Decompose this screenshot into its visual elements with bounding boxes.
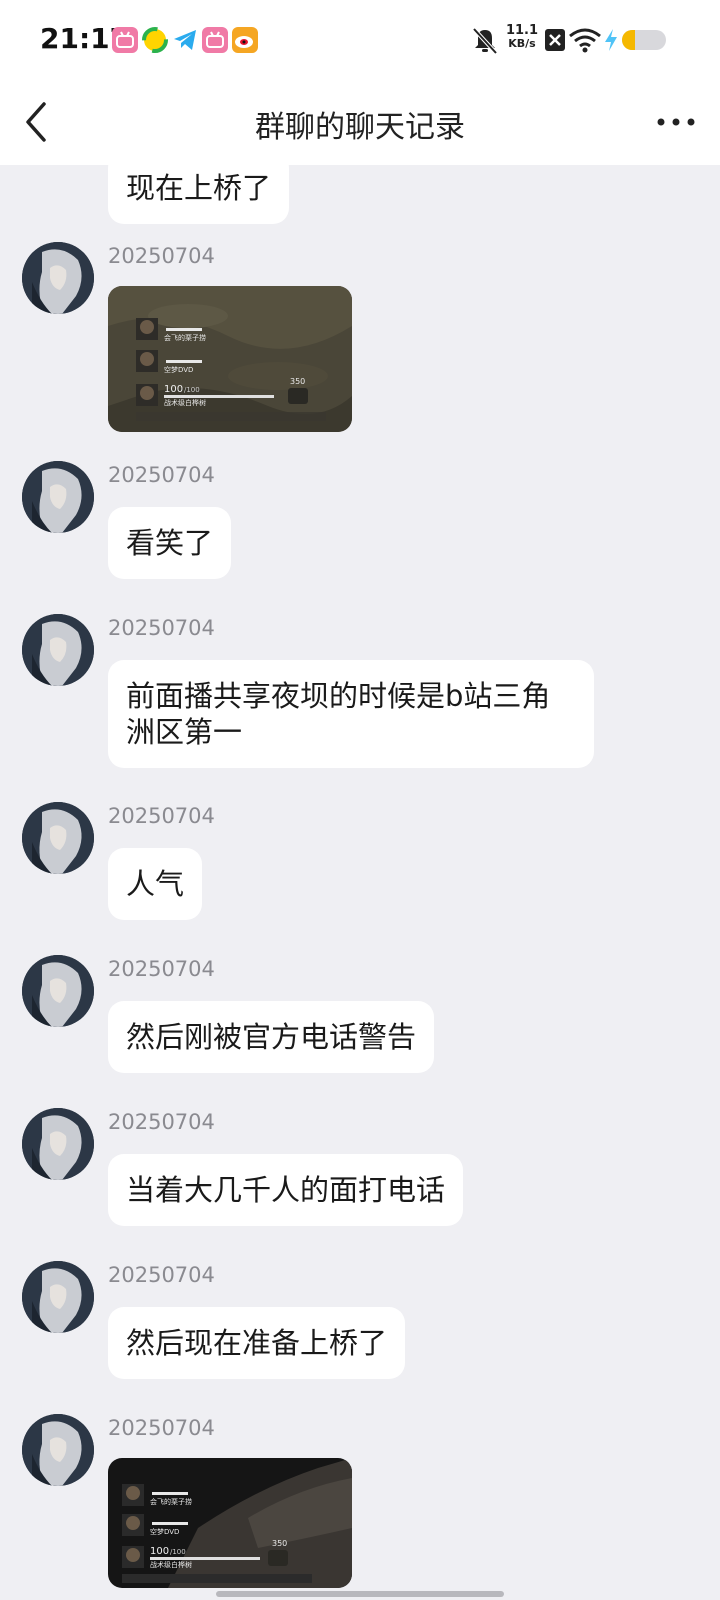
avatar[interactable] <box>22 614 94 686</box>
message-bubble[interactable]: 然后现在准备上桥了 <box>108 1307 406 1379</box>
hud-ammo: 350 <box>272 1539 287 1548</box>
image-message[interactable]: 会飞的栗子捞 空梦DVD 100 /100 战术级白桦树 350 <box>108 286 352 432</box>
battery-icon <box>622 30 666 50</box>
chat-header: 群聊的聊天记录 <box>0 80 720 165</box>
hud-name: 空梦DVD <box>150 1527 179 1536</box>
message-date: 20250704 <box>108 1263 215 1287</box>
hud-name: 会飞的栗子捞 <box>164 333 206 342</box>
message-date: 20250704 <box>108 616 215 640</box>
net-speed-value: 11.1 <box>505 23 539 38</box>
status-bar: 21:17 11.1 KB/s <box>0 0 720 80</box>
hud-name: 会飞的栗子捞 <box>150 1497 192 1506</box>
avatar[interactable] <box>22 1261 94 1333</box>
top-bar: 21:17 11.1 KB/s 群聊的聊天记录 <box>0 0 720 165</box>
message-bubble[interactable]: 前面播共享夜坝的时候是b站三角洲区第一 <box>108 660 594 768</box>
charging-icon <box>605 29 617 51</box>
avatar[interactable] <box>22 955 94 1027</box>
message-bubble[interactable]: 当着大几千人的面打电话 <box>108 1154 464 1226</box>
more-button[interactable] <box>652 104 700 140</box>
message-date: 20250704 <box>108 957 215 981</box>
hud-name: 战术级白桦树 <box>150 1560 192 1569</box>
weibo-icon <box>232 27 258 53</box>
sim-disabled-icon <box>545 29 565 51</box>
chat-history[interactable]: 现在上桥了 20250704 会飞的栗子捞 空梦DVD 100 /100 战术级… <box>0 0 720 1600</box>
message-date: 20250704 <box>108 244 215 268</box>
avatar[interactable] <box>22 461 94 533</box>
avatar[interactable] <box>22 1108 94 1180</box>
message-bubble[interactable]: 人气 <box>108 848 203 920</box>
system-status-icons: 11.1 KB/s <box>460 0 720 80</box>
image-message[interactable]: 会飞的栗子捞 空梦DVD 100 /100 战术级白桦树 350 <box>108 1458 352 1588</box>
hud-health: 100 <box>150 1546 169 1557</box>
avatar[interactable] <box>22 802 94 874</box>
home-indicator[interactable] <box>216 1591 504 1597</box>
message-date: 20250704 <box>108 1110 215 1134</box>
message-date: 20250704 <box>108 804 215 828</box>
message-bubble[interactable]: 看笑了 <box>108 507 232 579</box>
hud-name: 战术级白桦树 <box>164 398 206 407</box>
wifi-icon <box>569 28 601 53</box>
hud-name: 空梦DVD <box>164 365 193 374</box>
avatar[interactable] <box>22 1414 94 1486</box>
more-dots-icon <box>657 118 695 126</box>
telegram-icon <box>172 27 198 53</box>
bilibili-icon <box>202 27 228 53</box>
avatar[interactable] <box>22 242 94 314</box>
hud-health-max: /100 <box>184 386 200 394</box>
hud-ammo: 350 <box>290 377 305 386</box>
message-date: 20250704 <box>108 1416 215 1440</box>
message-date: 20250704 <box>108 463 215 487</box>
hud-health-max: /100 <box>170 1548 186 1556</box>
bilibili-icon <box>112 27 138 53</box>
green-app-icon <box>142 27 168 53</box>
message-bubble[interactable]: 然后刚被官方电话警告 <box>108 1001 435 1073</box>
mute-bell-icon <box>472 27 498 55</box>
net-speed-unit: KB/s <box>508 37 536 50</box>
page-title: 群聊的聊天记录 <box>255 110 465 145</box>
hud-health: 100 <box>164 384 183 395</box>
